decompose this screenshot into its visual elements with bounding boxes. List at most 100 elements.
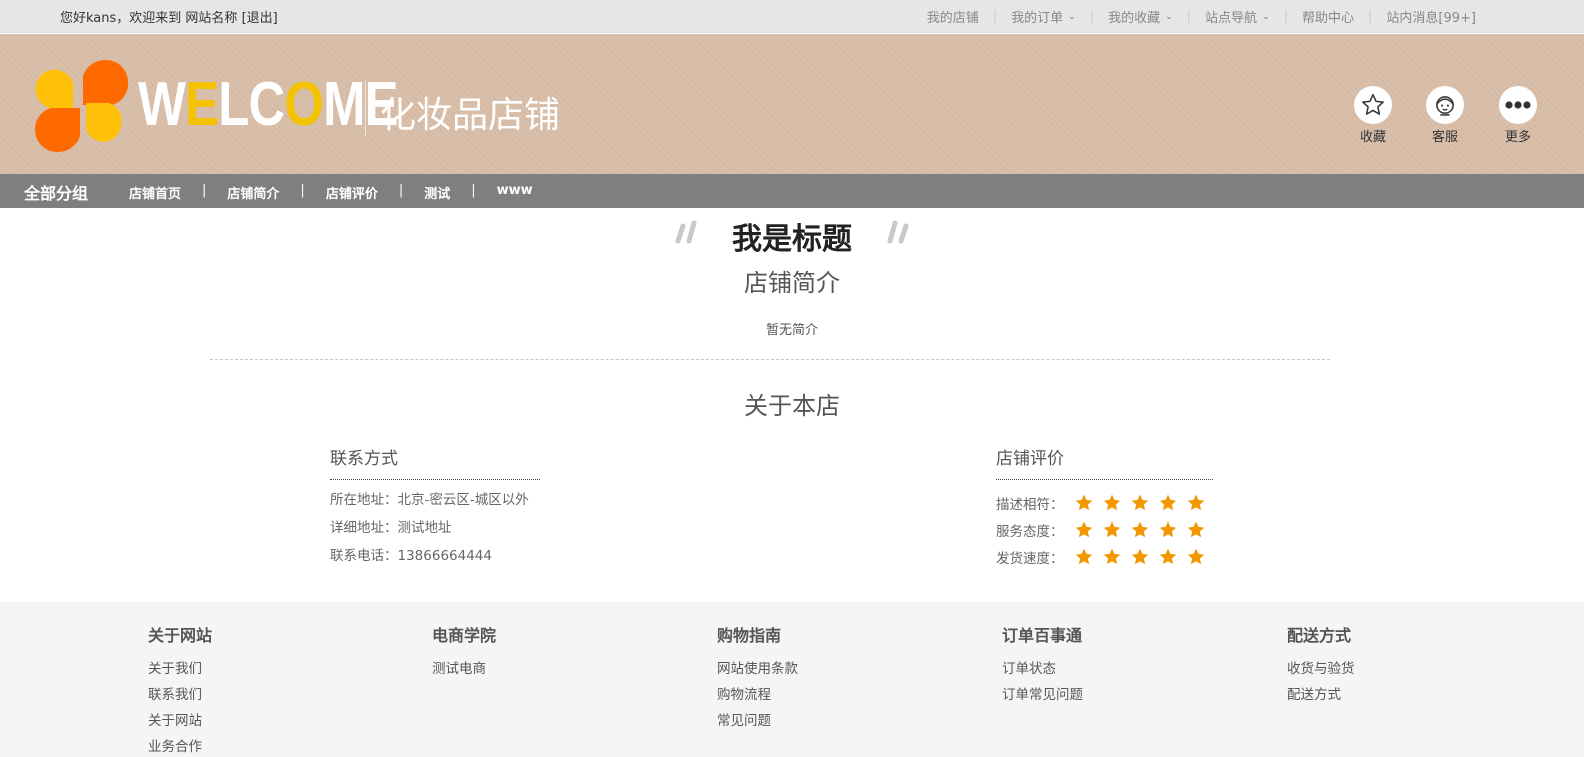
star-icon (1131, 521, 1148, 537)
contact-address: 所在地址：北京-密云区-城区以外 (330, 492, 529, 508)
favorite-label: 收藏 (1359, 130, 1386, 145)
top-link-label: 我的收藏 (1108, 11, 1161, 26)
star-icon (1187, 494, 1204, 510)
rating-label: 发货速度： (996, 550, 1064, 567)
customer-service-button[interactable]: 客服 (1415, 86, 1475, 145)
footer-link[interactable]: 业务合作 (148, 734, 388, 757)
footer-column: 关于网站 关于我们 联系我们 关于网站 业务合作 (148, 622, 388, 757)
star-icon (1103, 494, 1120, 510)
more-button[interactable]: 更多 (1488, 86, 1548, 145)
nav-store-reviews[interactable]: 店铺评价 (326, 183, 378, 202)
logo-letters: LC (218, 70, 285, 139)
top-links: 我的店铺 | 我的订单 ⌄ | 我的收藏 ⌄ | 站点导航 ⌄ | 帮助中心 | 站内… (927, 7, 1476, 26)
customer-service-label: 客服 (1431, 130, 1458, 145)
more-dots-icon (1499, 86, 1537, 124)
divider: | (300, 183, 305, 198)
all-groups-menu[interactable]: 全部分组 (24, 180, 88, 204)
star-icon (1159, 521, 1176, 537)
nav-store-home[interactable]: 店铺首页 (129, 183, 181, 202)
rating-row: 发货速度： (996, 543, 1213, 570)
rating-row: 描述相符： (996, 489, 1213, 516)
footer-heading: 配送方式 (1287, 626, 1352, 645)
top-link-messages[interactable]: 站内消息[99+] (1386, 7, 1476, 26)
footer-column: 配送方式 收货与验货 配送方式 (1287, 622, 1527, 708)
logo-letters-highlight: E (185, 70, 219, 139)
page-title: 我是标题 (675, 214, 909, 258)
footer-heading: 订单百事通 (1002, 626, 1083, 645)
star-icon (1187, 548, 1204, 564)
footer-link[interactable]: 关于网站 (148, 708, 388, 734)
top-link-site-nav[interactable]: 站点导航 ⌄ (1205, 7, 1270, 26)
title-decoration-icon (887, 220, 909, 244)
logo-letters-highlight: O (284, 70, 324, 139)
divider: | (1283, 9, 1288, 24)
footer-link[interactable]: 测试电商 (432, 656, 672, 682)
nav-test[interactable]: 测试 (424, 183, 450, 202)
contact-detail-address: 详细地址：测试地址 (330, 520, 452, 536)
nav-www[interactable]: www (497, 183, 533, 202)
top-link-label: 站点导航 (1205, 11, 1258, 26)
top-link-my-store[interactable]: 我的店铺 (927, 7, 979, 26)
store-nav-links: 店铺首页 | 店铺简介 | 店铺评价 | 测试 | www (129, 183, 533, 202)
divider: | (1368, 9, 1373, 24)
chevron-down-icon: ⌄ (1165, 11, 1173, 22)
site-footer: 关于网站 关于我们 联系我们 关于网站 业务合作 电商学院 测试电商 购物指南 … (0, 602, 1584, 757)
logo-letters: W (138, 70, 186, 139)
top-link-label: 站内消息[99+] (1386, 11, 1476, 26)
site-name-link[interactable]: 网站名称 (185, 11, 237, 26)
star-icon (1131, 494, 1148, 510)
banner-divider (365, 80, 366, 136)
welcome-logo-text: WELCOME (138, 74, 399, 136)
footer-link[interactable]: 联系我们 (148, 682, 388, 708)
footer-link[interactable]: 关于我们 (148, 656, 388, 682)
star-icon (1159, 494, 1176, 510)
chevron-down-icon: ⌄ (1262, 11, 1270, 22)
star-icon (1103, 521, 1120, 537)
rating-label: 描述相符： (996, 496, 1064, 513)
top-link-my-orders[interactable]: 我的订单 ⌄ (1011, 7, 1076, 26)
rating-section: 店铺评价 描述相符： 服务态度： 发货速度： (996, 444, 1213, 570)
footer-link[interactable]: 收货与验货 (1287, 656, 1527, 682)
footer-link[interactable]: 常见问题 (717, 708, 957, 734)
star-icon (1075, 548, 1092, 564)
star-icon (1075, 494, 1092, 510)
footer-heading: 关于网站 (148, 626, 213, 645)
footer-heading: 购物指南 (717, 626, 782, 645)
footer-link[interactable]: 订单状态 (1002, 656, 1242, 682)
chevron-down-icon: ⌄ (1068, 11, 1076, 22)
favorite-button[interactable]: 收藏 (1343, 86, 1403, 145)
top-link-label: 我的店铺 (926, 11, 979, 26)
store-nav-bar: 全部分组 店铺首页 | 店铺简介 | 店铺评价 | 测试 | www (0, 174, 1584, 208)
rating-heading: 店铺评价 (996, 444, 1213, 480)
clover-logo-icon (34, 59, 129, 153)
customer-service-icon (1426, 86, 1464, 124)
divider: | (398, 183, 404, 198)
page-title-text: 我是标题 (732, 222, 852, 257)
rating-row: 服务态度： (996, 516, 1213, 543)
star-rating (1074, 547, 1214, 567)
footer-link[interactable]: 订单常见问题 (1002, 682, 1242, 708)
star-icon (1131, 548, 1148, 564)
title-row: 我是标题 (0, 214, 1584, 258)
top-bar: 您好kans，欢迎来到 网站名称 [退出] 我的店铺 | 我的订单 ⌄ | 我的收… (0, 0, 1584, 33)
footer-link[interactable]: 配送方式 (1287, 682, 1527, 708)
footer-link[interactable]: 购物流程 (717, 682, 957, 708)
more-label: 更多 (1504, 130, 1531, 145)
top-link-help-center[interactable]: 帮助中心 (1302, 7, 1354, 26)
top-link-my-favorites[interactable]: 我的收藏 ⌄ (1108, 7, 1173, 26)
divider: | (202, 183, 207, 198)
footer-column: 订单百事通 订单状态 订单常见问题 (1002, 622, 1242, 708)
divider: | (471, 183, 476, 198)
star-outline-icon (1354, 86, 1392, 124)
nav-store-intro[interactable]: 店铺简介 (227, 183, 279, 202)
top-link-label: 帮助中心 (1302, 11, 1355, 26)
divider: | (1089, 9, 1095, 24)
footer-link[interactable]: 网站使用条款 (717, 656, 957, 682)
about-heading: 关于本店 (744, 392, 840, 420)
logout-link[interactable]: [退出] (242, 11, 278, 26)
footer-heading: 电商学院 (432, 626, 497, 645)
store-name: 化妆品店铺 (380, 95, 561, 136)
star-rating (1074, 493, 1214, 513)
star-rating (1074, 520, 1214, 540)
store-banner: WELCOME 化妆品店铺 收藏 客服 更多 (0, 34, 1584, 174)
